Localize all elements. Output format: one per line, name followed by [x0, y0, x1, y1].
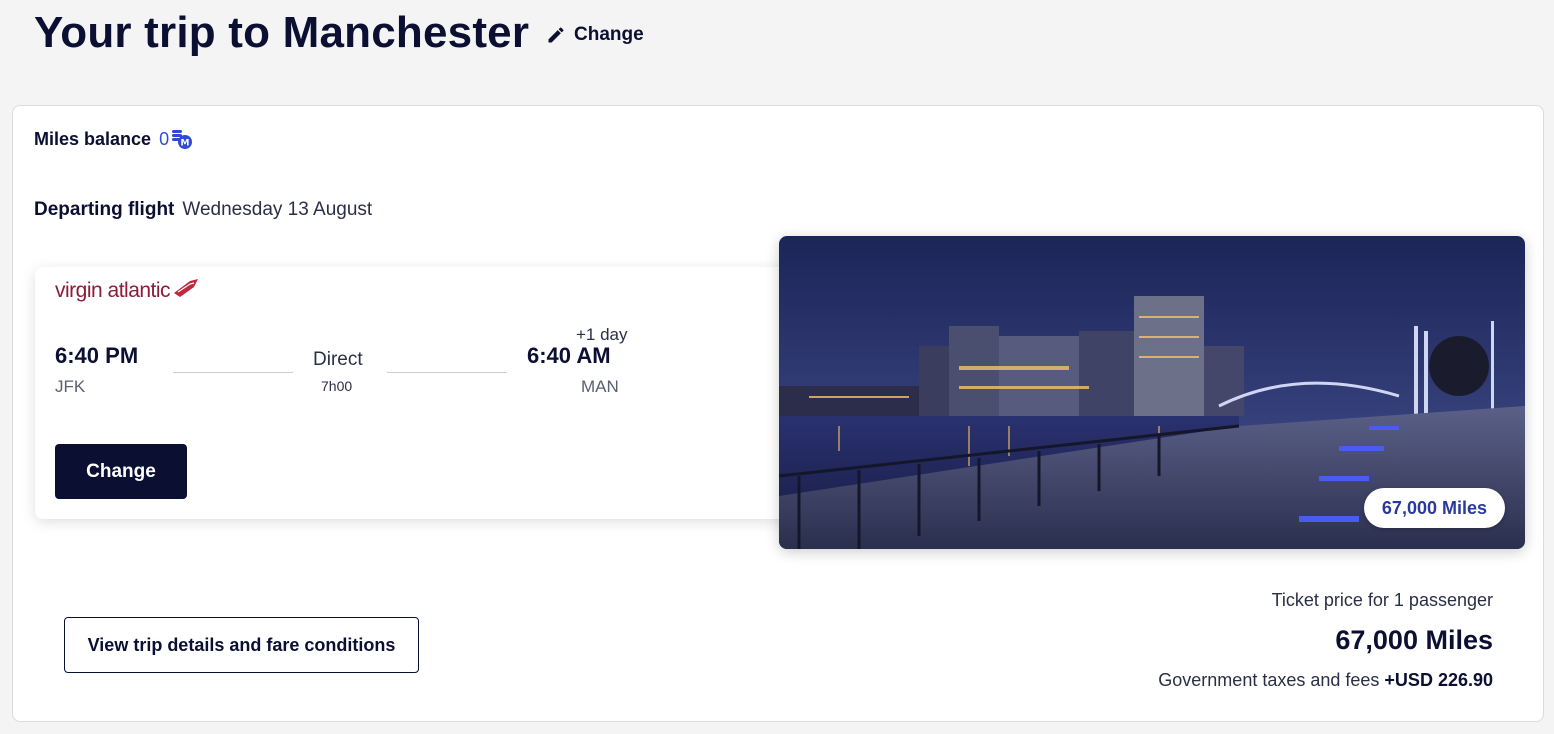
route-line-right [387, 372, 507, 373]
price-summary: Ticket price for 1 passenger 67,000 Mile… [1158, 590, 1493, 691]
ticket-price-label: Ticket price for 1 passenger [1271, 590, 1493, 610]
departing-flight-header: Departing flight Wednesday 13 August [34, 199, 372, 221]
route-line-left [173, 372, 293, 373]
page-title: Your trip to Manchester [34, 8, 530, 57]
arrival-time: 6:40 AM [527, 343, 611, 368]
total-miles: 67,000 Miles [1335, 625, 1493, 655]
price-badge: 67,000 Miles [1363, 488, 1505, 528]
destination-image: 67,000 Miles [779, 236, 1525, 549]
trip-card: Miles balance 0 M Departing flight Wedne… [12, 105, 1544, 722]
miles-balance-label: Miles balance [34, 128, 152, 149]
view-trip-details-button[interactable]: View trip details and fare conditions [64, 617, 419, 673]
svg-text:M: M [181, 139, 190, 149]
airline-name: virgin atlantic [55, 279, 171, 302]
departing-label: Departing flight [34, 199, 175, 220]
arrival-airport: MAN [581, 377, 619, 396]
taxes-label: Government taxes and fees [1158, 670, 1380, 690]
change-destination-link[interactable]: Change [546, 24, 644, 46]
taxes-line: Government taxes and fees +USD 226.90 [1158, 670, 1493, 691]
miles-balance-value: 0 [159, 128, 170, 149]
miles-coin-icon: M [172, 130, 193, 149]
change-link-label: Change [574, 24, 644, 45]
departure-airport: JFK [55, 377, 86, 396]
airline-logo: virgin atlantic [55, 279, 202, 303]
miles-balance: Miles balance 0 M [34, 128, 193, 150]
taxes-value: +USD 226.90 [1384, 670, 1493, 690]
flight-card: virgin atlantic 6:40 PM JFK Direct 7h00 … [35, 267, 835, 519]
pencil-icon [548, 27, 564, 43]
flight-duration: 7h00 [321, 378, 353, 394]
departure-time: 6:40 PM [55, 343, 139, 368]
virgin-flag-icon [174, 279, 199, 297]
departing-date: Wednesday 13 August [182, 199, 373, 220]
change-flight-button[interactable]: Change [55, 444, 187, 499]
day-offset: +1 day [576, 325, 628, 344]
stops-label: Direct [313, 349, 363, 370]
